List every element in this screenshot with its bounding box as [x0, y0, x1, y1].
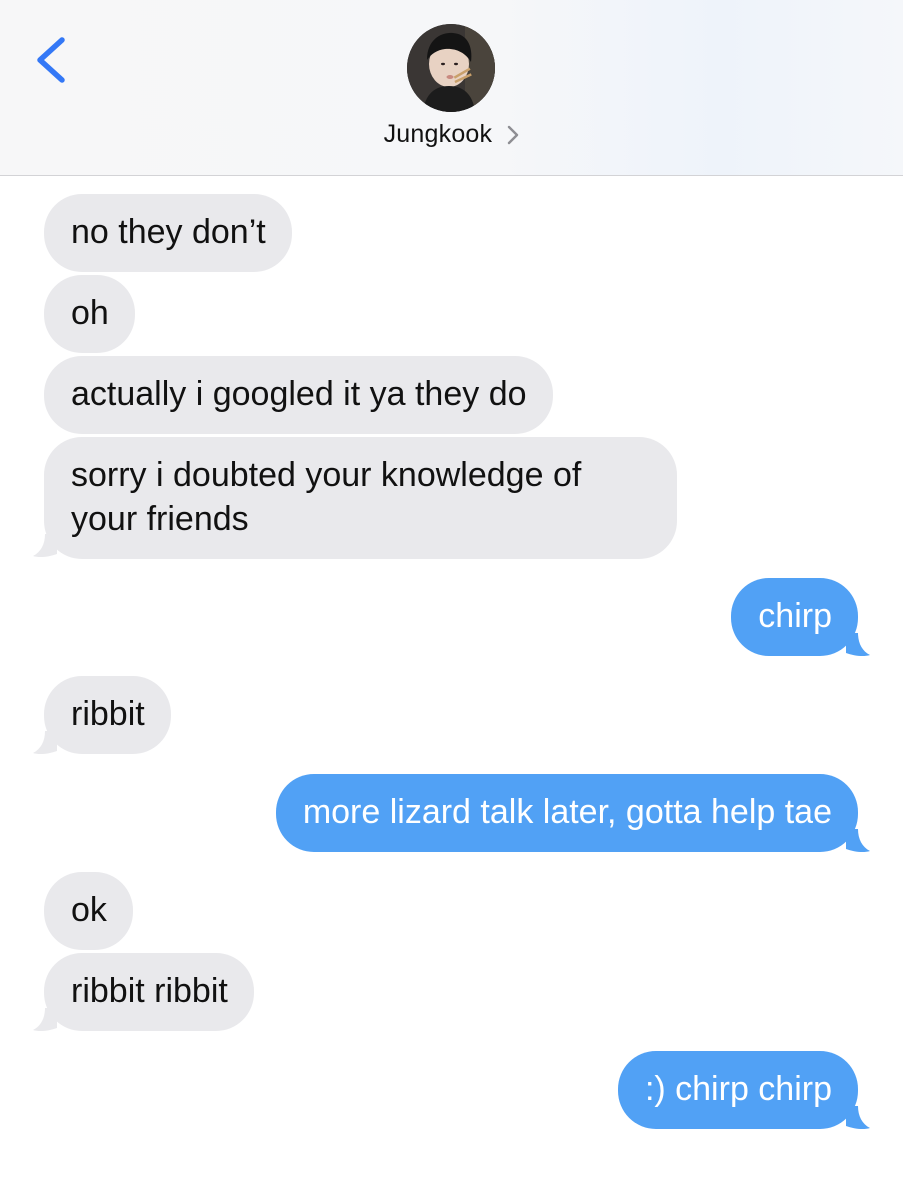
message-text: no they don’t [71, 213, 266, 251]
outgoing-bubble-tail [846, 1106, 870, 1130]
message-text: :) chirp chirp [644, 1070, 832, 1108]
contact-avatar[interactable] [407, 24, 495, 112]
message-bubble-incoming[interactable]: oh [44, 275, 135, 353]
back-button[interactable] [30, 34, 74, 86]
contact-name[interactable]: Jungkook [384, 120, 493, 149]
message-bubble-outgoing[interactable]: :) chirp chirp [617, 1051, 858, 1129]
outgoing-bubble-tail [846, 829, 870, 853]
conversation-header: Jungkook [0, 0, 903, 176]
message-text: oh [71, 294, 109, 332]
message-bubble-incoming[interactable]: ok [44, 872, 133, 950]
message-text: more lizard talk later, gotta help tae [302, 793, 832, 831]
chevron-left-icon [37, 37, 65, 83]
incoming-bubble-tail [33, 1008, 57, 1032]
contact-name-row[interactable]: Jungkook [0, 119, 903, 149]
outgoing-bubble-tail [846, 633, 870, 657]
message-text: ribbit [71, 695, 145, 733]
message-bubble-outgoing[interactable]: chirp [731, 578, 858, 656]
message-bubble-outgoing[interactable]: more lizard talk later, gotta help tae [275, 774, 858, 852]
incoming-bubble-tail [33, 534, 57, 558]
message-text: sorry i doubted your knowledge of your f… [71, 456, 582, 538]
message-text: ok [71, 891, 107, 929]
message-bubble-incoming[interactable]: ribbit [44, 676, 171, 754]
messages-screen: Jungkook no they don’t oh actually i goo… [0, 0, 903, 1200]
message-bubble-incoming[interactable]: ribbit ribbit [44, 953, 254, 1031]
incoming-bubble-tail [33, 731, 57, 755]
message-text: actually i googled it ya they do [71, 375, 527, 413]
message-bubble-incoming[interactable]: actually i googled it ya they do [44, 356, 553, 434]
chevron-right-icon [508, 126, 519, 145]
message-text: ribbit ribbit [71, 972, 228, 1010]
message-bubble-incoming[interactable]: sorry i doubted your knowledge of your f… [44, 437, 677, 559]
avatar-photo [407, 24, 495, 112]
message-text: chirp [758, 597, 832, 635]
message-bubble-incoming[interactable]: no they don’t [44, 194, 292, 272]
